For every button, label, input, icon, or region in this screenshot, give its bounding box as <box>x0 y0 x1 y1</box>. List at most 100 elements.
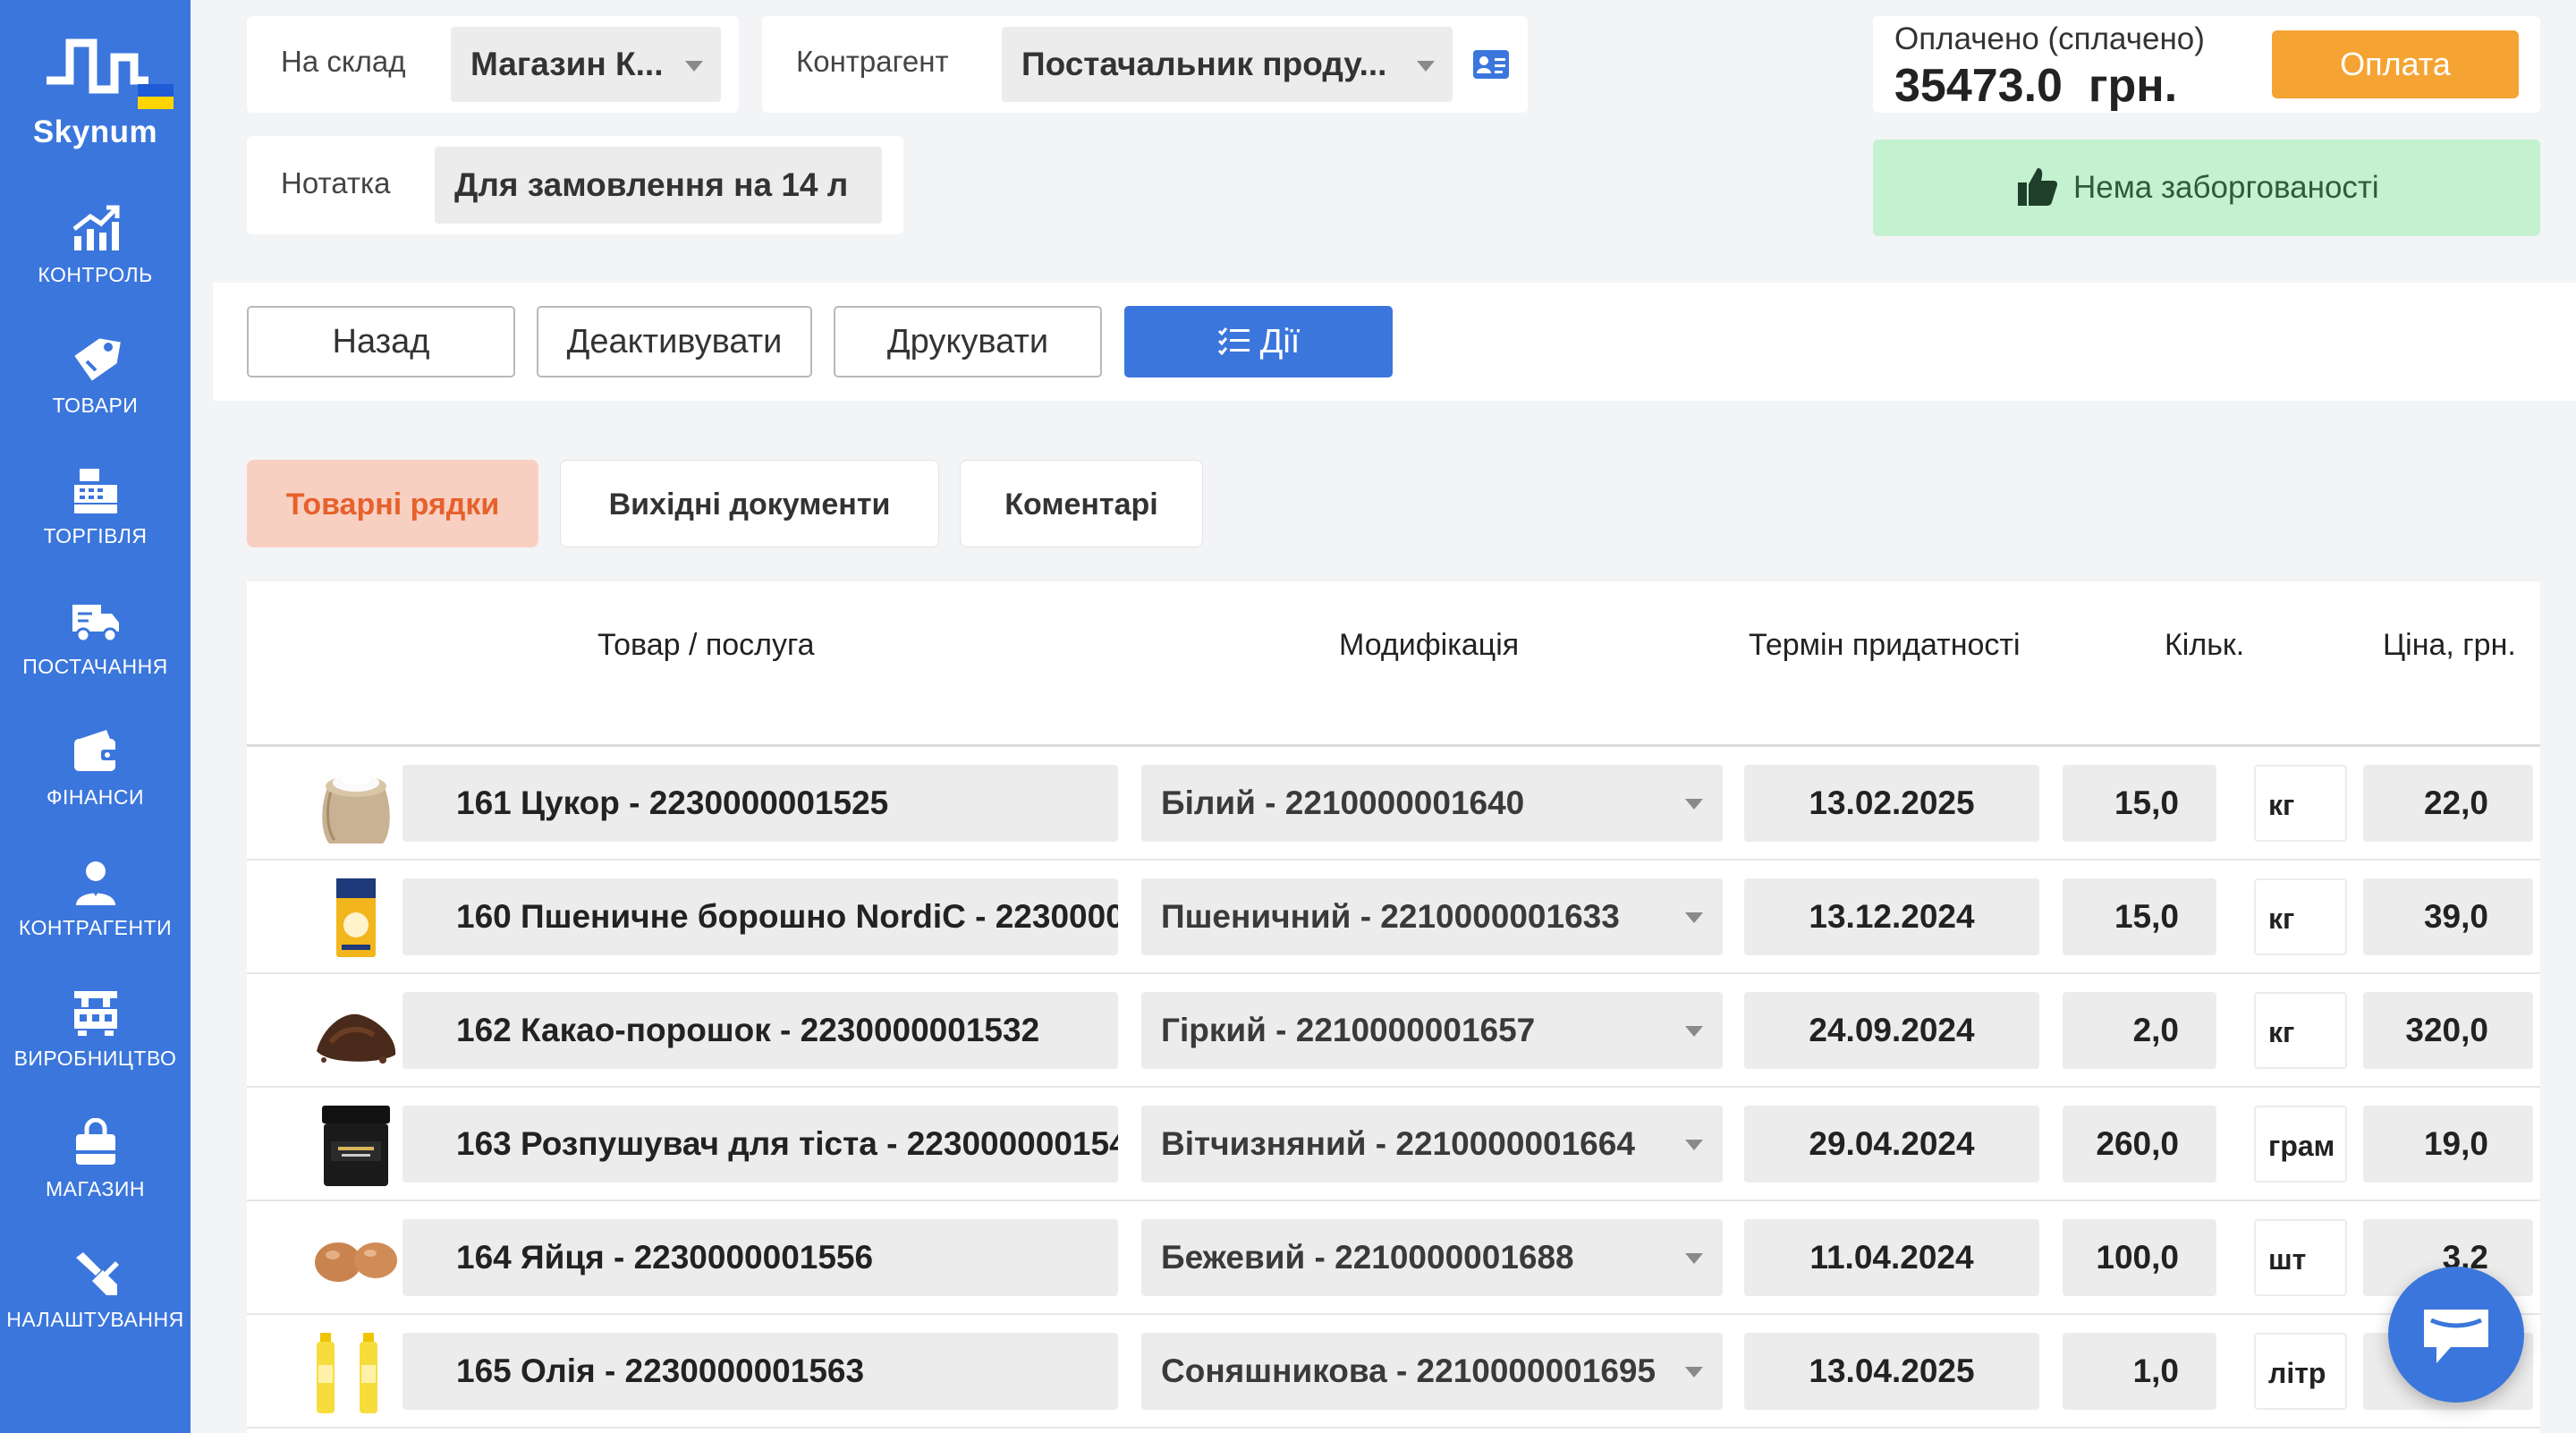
wallet-icon <box>73 730 117 771</box>
tab-comments[interactable]: Коментарі <box>960 460 1203 547</box>
column-header-expiry: Термін придатності <box>1749 628 2021 662</box>
debt-status-text: Нема заборгованості <box>2073 170 2379 205</box>
sugar-sack-image <box>322 774 390 844</box>
counterparty-select[interactable]: Постачальник проду... <box>1002 27 1453 102</box>
sidebar-item-label: МАГАЗИН <box>45 1177 146 1200</box>
sidebar-item-label: ВИРОБНИЦТВО <box>13 1047 177 1070</box>
actions-button[interactable]: Дії <box>1124 306 1393 377</box>
chevron-down-icon <box>1685 1140 1703 1150</box>
shopping-bag-icon <box>75 1118 115 1165</box>
sidebar-item-trade[interactable]: ТОРГІВЛЯ <box>0 465 191 581</box>
product-name[interactable]: 163 Розпушувач для тіста - 2230000001549 <box>402 1106 1118 1183</box>
modification-select[interactable]: Білий - 2210000001640 <box>1141 765 1723 842</box>
product-name[interactable]: 161 Цукор - 2230000001525 <box>402 765 1118 842</box>
modification-value: Соняшникова - 2210000001695 <box>1161 1352 1657 1389</box>
warehouse-field: На склад Магазин К... <box>247 16 739 113</box>
note-field: Нотатка Для замовлення на 14 л <box>247 136 903 234</box>
expiry-date[interactable]: 13.04.2025 <box>1744 1333 2039 1410</box>
print-button[interactable]: Друкувати <box>834 306 1102 377</box>
paid-label: Оплачено (сплачено) <box>1894 21 2205 56</box>
flour-pack-image <box>336 878 376 957</box>
product-name[interactable]: 160 Пшеничне борошно NordiC - 2230000001… <box>402 878 1118 955</box>
sidebar-item-settings[interactable]: НАЛАШТУВАННЯ <box>0 1249 191 1365</box>
chevron-down-icon <box>1685 1026 1703 1037</box>
chevron-down-icon <box>1417 61 1435 72</box>
warehouse-label: На склад <box>281 45 406 78</box>
counterparty-value: Постачальник проду... <box>1021 46 1387 82</box>
modification-select[interactable]: Соняшникова - 2210000001695 <box>1141 1333 1723 1410</box>
back-button[interactable]: Назад <box>247 306 515 377</box>
tools-icon <box>75 1252 119 1295</box>
warehouse-select[interactable]: Магазин К... <box>451 27 721 102</box>
counterparty-label: Контрагент <box>796 45 949 78</box>
expiry-date[interactable]: 29.04.2024 <box>1744 1106 2039 1183</box>
sidebar-item-label: ТОРГІВЛЯ <box>43 524 148 547</box>
pay-button[interactable]: Оплата <box>2272 30 2519 98</box>
quantity-field[interactable]: 1,0 <box>2063 1333 2216 1410</box>
tab-goods-lines[interactable]: Товарні рядки <box>247 460 538 547</box>
chevron-down-icon <box>685 61 703 72</box>
expiry-date[interactable]: 13.12.2024 <box>1744 878 2039 955</box>
table-row[interactable]: 162 Какао-порошок - 2230000001532 Гіркий… <box>247 974 2540 1088</box>
sidebar-item-finance[interactable]: ФІНАНСИ <box>0 726 191 843</box>
chevron-down-icon <box>1685 799 1703 810</box>
sidebar-item-counterparties[interactable]: КОНТРАГЕНТИ <box>0 857 191 973</box>
unit-label: кг <box>2254 765 2347 842</box>
table-row[interactable]: 163 Розпушувач для тіста - 2230000001549… <box>247 1088 2540 1201</box>
price-field[interactable]: 22,0 <box>2363 765 2533 842</box>
debt-status-panel: Нема заборгованості <box>1873 140 2540 236</box>
actions-label: Дії <box>1259 323 1301 360</box>
deactivate-button[interactable]: Деактивувати <box>537 306 812 377</box>
price-field[interactable]: 320,0 <box>2363 992 2533 1069</box>
sidebar-item-production[interactable]: ВИРОБНИЦТВО <box>0 988 191 1104</box>
contact-card-icon[interactable] <box>1472 48 1510 81</box>
logo-text: Skynum <box>32 114 158 149</box>
sidebar-item-label: КОНТРОЛЬ <box>38 263 153 286</box>
thumbs-up-icon <box>2018 168 2057 206</box>
table-row[interactable]: 165 Олія - 2230000001563 Соняшникова - 2… <box>247 1315 2540 1429</box>
sidebar-item-label: ТОВАРИ <box>52 394 139 417</box>
chat-widget-button[interactable] <box>2388 1267 2524 1403</box>
quantity-field[interactable]: 100,0 <box>2063 1219 2216 1296</box>
payment-panel: Оплачено (сплачено) 35473.0 грн. Оплата <box>1873 16 2540 113</box>
sidebar-item-goods[interactable]: ТОВАРИ <box>0 335 191 451</box>
expiry-date[interactable]: 11.04.2024 <box>1744 1219 2039 1296</box>
modification-value: Бежевий - 2210000001688 <box>1161 1239 1574 1276</box>
tab-output-documents[interactable]: Вихідні документи <box>560 460 939 547</box>
sidebar-item-supply[interactable]: ПОСТАЧАННЯ <box>0 596 191 712</box>
unit-label: грам <box>2254 1106 2347 1183</box>
modification-value: Вітчизняний - 2210000001664 <box>1161 1125 1635 1162</box>
modification-select[interactable]: Вітчизняний - 2210000001664 <box>1141 1106 1723 1183</box>
table-row[interactable]: 160 Пшеничне борошно NordiC - 2230000001… <box>247 861 2540 974</box>
unit-label: літр <box>2254 1333 2347 1410</box>
sidebar-item-label: ПОСТАЧАННЯ <box>22 655 168 678</box>
table-row[interactable]: 161 Цукор - 2230000001525 Білий - 221000… <box>247 747 2540 861</box>
price-field[interactable]: 19,0 <box>2363 1106 2533 1183</box>
sidebar-item-label: КОНТРАГЕНТИ <box>18 916 173 939</box>
modification-select[interactable]: Бежевий - 2210000001688 <box>1141 1219 1723 1296</box>
baking-powder-jar-image <box>322 1106 390 1186</box>
quantity-field[interactable]: 260,0 <box>2063 1106 2216 1183</box>
logo[interactable]: Skynum <box>0 25 191 159</box>
note-input[interactable]: Для замовлення на 14 л <box>435 147 882 224</box>
sidebar-item-shop[interactable]: МАГАЗИН <box>0 1118 191 1234</box>
modification-select[interactable]: Гіркий - 2210000001657 <box>1141 992 1723 1069</box>
product-name[interactable]: 164 Яйця - 2230000001556 <box>402 1219 1118 1296</box>
column-header-product: Товар / послуга <box>597 628 815 662</box>
product-name[interactable]: 162 Какао-порошок - 2230000001532 <box>402 992 1118 1069</box>
modification-select[interactable]: Пшеничний - 2210000001633 <box>1141 878 1723 955</box>
chevron-down-icon <box>1685 912 1703 923</box>
expiry-date[interactable]: 24.09.2024 <box>1744 992 2039 1069</box>
expiry-date[interactable]: 13.02.2025 <box>1744 765 2039 842</box>
price-field[interactable]: 39,0 <box>2363 878 2533 955</box>
quantity-field[interactable]: 2,0 <box>2063 992 2216 1069</box>
sidebar-item-control[interactable]: КОНТРОЛЬ <box>0 204 191 320</box>
app-root: Skynum КОНТРОЛЬ ТОВАРИ ТОРГІВЛЯ ПОСТАЧАН… <box>0 0 2576 1433</box>
sidebar-item-label: ФІНАНСИ <box>46 785 145 809</box>
product-name[interactable]: 165 Олія - 2230000001563 <box>402 1333 1118 1410</box>
quantity-field[interactable]: 15,0 <box>2063 765 2216 842</box>
sidebar: Skynum КОНТРОЛЬ ТОВАРИ ТОРГІВЛЯ ПОСТАЧАН… <box>0 0 191 1433</box>
quantity-field[interactable]: 15,0 <box>2063 878 2216 955</box>
modification-value: Гіркий - 2210000001657 <box>1161 1012 1536 1048</box>
table-row[interactable]: 164 Яйця - 2230000001556 Бежевий - 22100… <box>247 1201 2540 1315</box>
